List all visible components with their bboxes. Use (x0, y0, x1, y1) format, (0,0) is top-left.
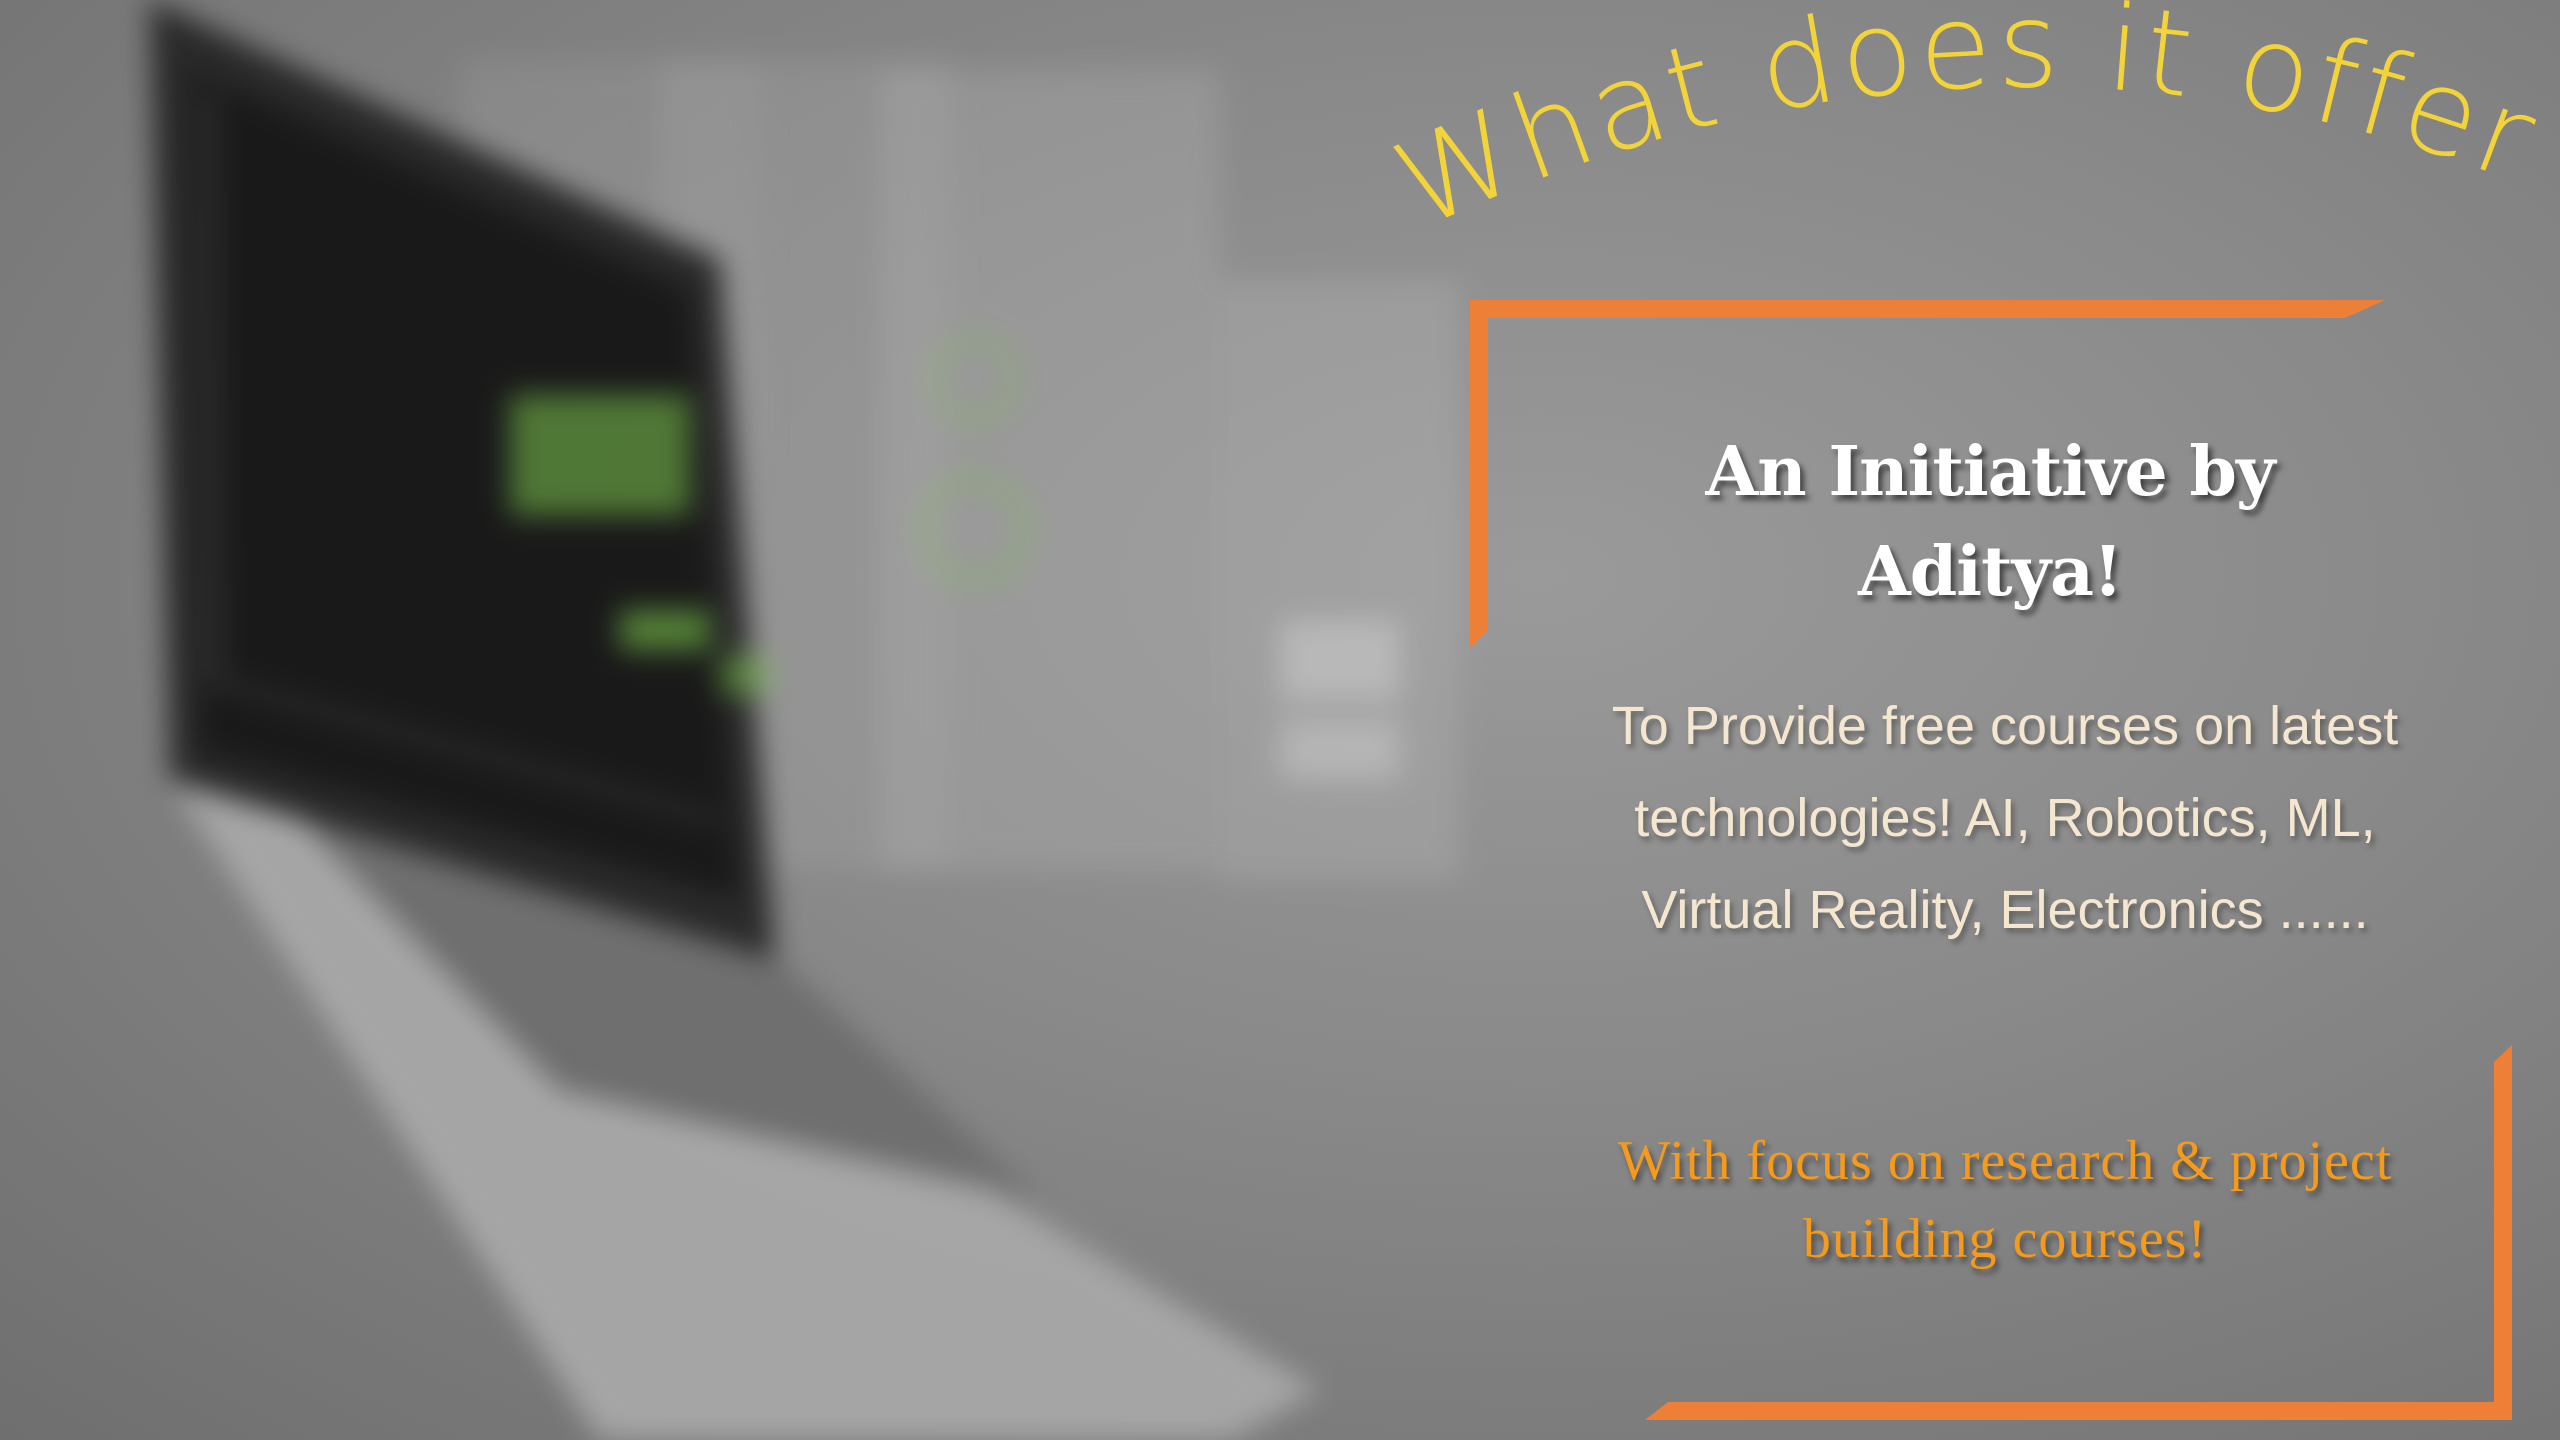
focus-text: With focus on research & project buildin… (1617, 1130, 2393, 1270)
page-title-text: What does it offer? (1347, 0, 2556, 255)
laptop-icon (150, 0, 1460, 1440)
heading-line-1: An Initiative by (1705, 432, 2275, 512)
page-title: What does it offer? (1347, 0, 2552, 255)
heading-line-2: Aditya! (1858, 532, 2123, 612)
slide: What does it offer? An Initiative by Adi… (0, 0, 2560, 1440)
description-text: To Provide free courses on latest techno… (1611, 696, 2399, 940)
